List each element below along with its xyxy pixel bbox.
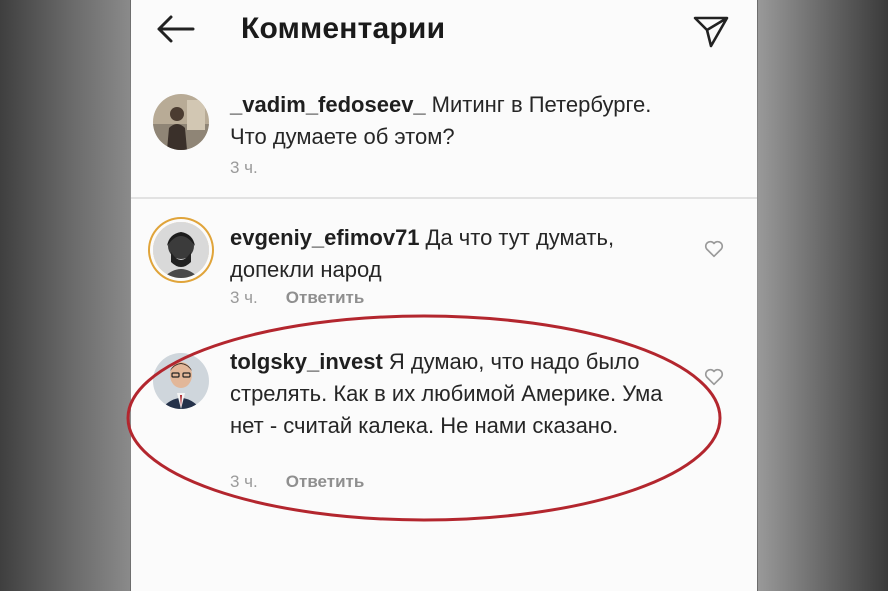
photo-background-right: [758, 0, 888, 591]
comment-body: evgeniy_efimov71 Да что тут думать, допек…: [230, 222, 670, 286]
direct-send-icon[interactable]: [691, 10, 731, 50]
timestamp: 3 ч.: [230, 472, 258, 491]
photo-background-left: [0, 0, 130, 591]
avatar[interactable]: [153, 353, 209, 409]
post-caption-text: _vadim_fedoseev_ Митинг в Петербурге. Что…: [230, 89, 670, 153]
like-heart-icon[interactable]: [703, 366, 725, 388]
reply-button[interactable]: Ответить: [286, 288, 365, 307]
back-arrow-icon[interactable]: [153, 10, 197, 48]
avatar[interactable]: [153, 222, 209, 278]
username[interactable]: _vadim_fedoseev_: [230, 92, 426, 117]
page-title: Комментарии: [241, 12, 446, 45]
divider: [131, 197, 757, 199]
header: Комментарии: [131, 0, 757, 60]
avatar[interactable]: [153, 94, 209, 150]
timestamp: 3 ч.: [230, 288, 258, 307]
username[interactable]: tolgsky_invest: [230, 349, 383, 374]
comment-meta: 3 ч. Ответить: [230, 472, 364, 492]
username[interactable]: evgeniy_efimov71: [230, 225, 420, 250]
comment-meta: 3 ч. Ответить: [230, 288, 364, 308]
comments-screen: Комментарии _vadim_fedoseev_ Митинг в Пет…: [131, 0, 757, 591]
like-heart-icon[interactable]: [703, 238, 725, 260]
timestamp: 3 ч.: [230, 158, 258, 177]
comment-meta: 3 ч.: [230, 158, 258, 178]
comment-body: tolgsky_invest Я думаю, что надо было стр…: [230, 346, 670, 442]
reply-button[interactable]: Ответить: [286, 472, 365, 491]
